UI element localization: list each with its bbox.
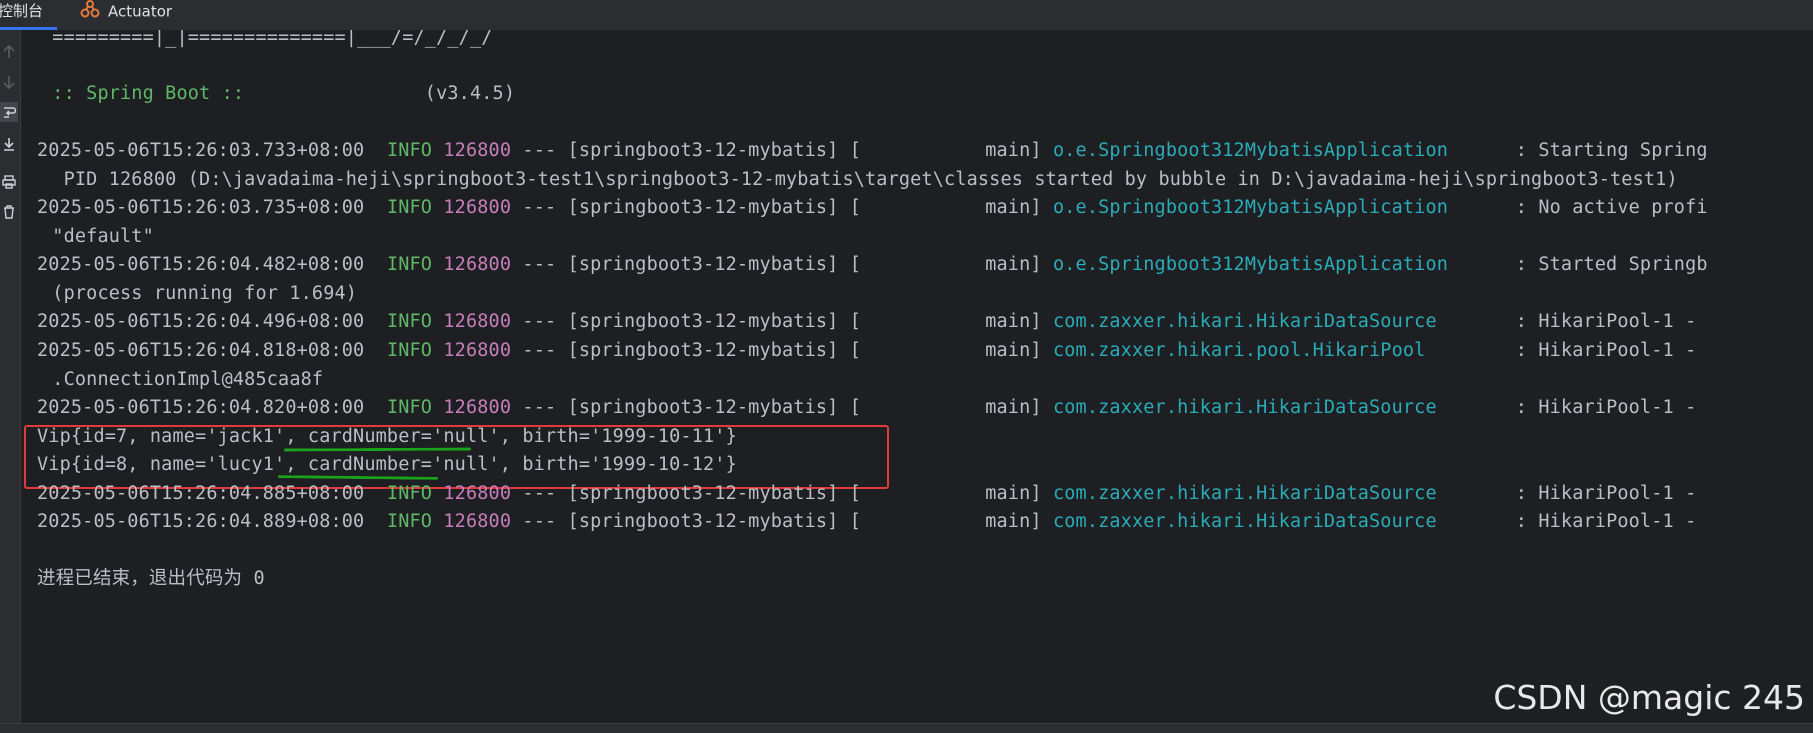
log-thread: --- [springboot3-12-mybatis] [ main] — [511, 511, 1053, 532]
log-pid: 126800 — [443, 483, 512, 504]
log-logger[interactable]: o.e.Springboot312MybatisApplication — [1053, 197, 1448, 218]
log-logger[interactable]: com.zaxxer.hikari.HikariDataSource — [1053, 397, 1437, 418]
log-logger[interactable]: o.e.Springboot312MybatisApplication — [1053, 254, 1448, 275]
log-pid: 126800 — [443, 254, 512, 275]
tab-actuator-label: Actuator — [108, 2, 173, 21]
spring-boot-label: :: Spring Boot :: — [41, 83, 256, 104]
arrow-up-icon[interactable] — [0, 42, 18, 62]
log-line: 2025-05-06T15:26:04.889+08:00 INFO 12680… — [37, 511, 1696, 533]
log-line: 2025-05-06T15:26:03.735+08:00 INFO 12680… — [37, 197, 1708, 219]
spring-boot-version: (v3.4.5) — [255, 83, 516, 104]
log-thread: --- [springboot3-12-mybatis] [ main] — [511, 397, 1053, 418]
banner-line: =========|_|==============|___/=/_/_/_/ — [41, 30, 493, 48]
log-pid: 126800 — [443, 311, 512, 332]
log-line: 2025-05-06T15:26:04.818+08:00 INFO 12680… — [37, 340, 1696, 362]
log-message: : HikariPool-1 - — [1436, 311, 1697, 332]
console-output[interactable]: =========|_|==============|___/=/_/_/_/ … — [21, 30, 1813, 723]
log-level: INFO — [386, 140, 433, 161]
log-pid: 126800 — [443, 197, 512, 218]
trash-icon[interactable] — [0, 202, 18, 222]
log-message: : Started Springb — [1448, 254, 1708, 275]
log-level: INFO — [386, 311, 433, 332]
log-timestamp: 2025-05-06T15:26:04.496+08:00 — [37, 311, 365, 332]
log-continuation: .ConnectionImpl@485caa8f — [41, 369, 324, 390]
log-pid: 126800 — [443, 140, 512, 161]
log-message: : No active profi — [1448, 197, 1708, 218]
tool-window-tabbar: 控制台 Actuator — [0, 0, 1813, 31]
log-continuation: (process running for 1.694) — [41, 283, 358, 304]
log-timestamp: 2025-05-06T15:26:04.818+08:00 — [37, 340, 365, 361]
arrow-down-icon[interactable] — [0, 72, 18, 92]
spring-boot-banner: :: Spring Boot :: (v3.4.5) — [41, 83, 515, 105]
log-timestamp: 2025-05-06T15:26:04.889+08:00 — [37, 511, 365, 532]
log-level: INFO — [386, 483, 433, 504]
log-continuation: PID 126800 (D:\javadaima-heji\springboot… — [41, 169, 1678, 190]
log-thread: --- [springboot3-12-mybatis] [ main] — [511, 483, 1053, 504]
log-timestamp: 2025-05-06T15:26:04.885+08:00 — [37, 483, 365, 504]
tab-console[interactable]: 控制台 — [0, 0, 58, 30]
highlight-box — [24, 425, 889, 489]
log-thread: --- [springboot3-12-mybatis] [ main] — [511, 140, 1053, 161]
process-exit-message: 进程已结束，退出代码为 0 — [37, 568, 265, 589]
log-logger[interactable]: com.zaxxer.hikari.HikariDataSource — [1053, 511, 1437, 532]
log-timestamp: 2025-05-06T15:26:03.735+08:00 — [37, 197, 365, 218]
print-icon[interactable] — [0, 172, 18, 192]
log-thread: --- [springboot3-12-mybatis] [ main] — [511, 197, 1053, 218]
log-line: 2025-05-06T15:26:03.733+08:00 INFO 12680… — [37, 140, 1708, 162]
log-message: : Starting Spring — [1448, 140, 1708, 161]
log-timestamp: 2025-05-06T15:26:04.482+08:00 — [37, 254, 365, 275]
log-timestamp: 2025-05-06T15:26:03.733+08:00 — [37, 140, 365, 161]
log-message: : HikariPool-1 - — [1425, 340, 1697, 361]
log-line: 2025-05-06T15:26:04.820+08:00 INFO 12680… — [37, 397, 1696, 419]
log-message: : HikariPool-1 - — [1436, 483, 1697, 504]
log-pid: 126800 — [443, 340, 512, 361]
log-logger[interactable]: com.zaxxer.hikari.pool.HikariPool — [1053, 340, 1426, 361]
log-level: INFO — [386, 340, 433, 361]
log-level: INFO — [386, 197, 433, 218]
soft-wrap-icon[interactable] — [0, 102, 18, 122]
log-logger[interactable]: com.zaxxer.hikari.HikariDataSource — [1053, 311, 1437, 332]
log-thread: --- [springboot3-12-mybatis] [ main] — [511, 340, 1053, 361]
log-line: 2025-05-06T15:26:04.482+08:00 INFO 12680… — [37, 254, 1708, 276]
log-line: 2025-05-06T15:26:04.496+08:00 INFO 12680… — [37, 311, 1696, 333]
log-continuation: "default" — [41, 226, 154, 247]
log-line: 2025-05-06T15:26:04.885+08:00 INFO 12680… — [37, 483, 1696, 505]
log-pid: 126800 — [443, 397, 512, 418]
watermark: CSDN @magic 245 — [1493, 678, 1805, 717]
log-thread: --- [springboot3-12-mybatis] [ main] — [511, 311, 1053, 332]
log-message: : HikariPool-1 - — [1436, 511, 1697, 532]
tab-actuator[interactable]: Actuator — [80, 0, 172, 29]
actuator-icon — [80, 0, 100, 24]
log-level: INFO — [386, 511, 433, 532]
log-level: INFO — [386, 254, 433, 275]
console-toolbar — [0, 30, 21, 723]
log-logger[interactable]: com.zaxxer.hikari.HikariDataSource — [1053, 483, 1437, 504]
log-pid: 126800 — [443, 511, 512, 532]
log-level: INFO — [386, 397, 433, 418]
log-logger[interactable]: o.e.Springboot312MybatisApplication — [1053, 140, 1448, 161]
log-message: : HikariPool-1 - — [1436, 397, 1697, 418]
log-timestamp: 2025-05-06T15:26:04.820+08:00 — [37, 397, 365, 418]
scroll-to-end-icon[interactable] — [0, 134, 18, 154]
tab-console-label: 控制台 — [0, 2, 44, 20]
log-thread: --- [springboot3-12-mybatis] [ main] — [511, 254, 1053, 275]
